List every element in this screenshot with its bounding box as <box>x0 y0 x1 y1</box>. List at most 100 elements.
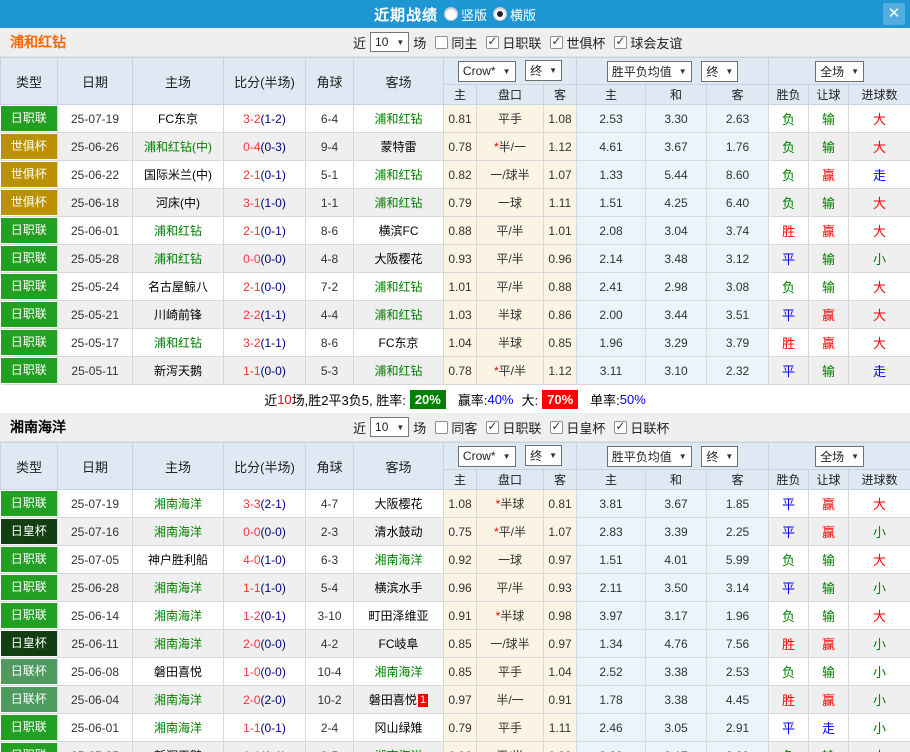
result-handicap: 赢 <box>808 216 850 245</box>
asia-handicap: *平/半 <box>476 517 544 546</box>
league-filter-checkbox[interactable] <box>486 34 500 49</box>
asia-home-odds: 0.78 <box>443 356 477 385</box>
odds-company-select[interactable]: Crow* ▼ <box>457 60 516 82</box>
league-cell: 日职联 <box>0 272 58 301</box>
same-venue-checkbox[interactable] <box>435 420 449 434</box>
asia-odds-group-header: Crow* ▼ 终 ▼ <box>442 442 578 470</box>
league-badge: 日职联 <box>0 575 57 600</box>
euro-home-odds: 1.51 <box>576 188 647 217</box>
team-name: 湘南海洋 <box>10 419 66 435</box>
same-venue-checkbox[interactable] <box>435 35 449 49</box>
asia-home-odds: 0.92 <box>443 545 477 574</box>
result-group-header: 全场 ▼ <box>768 57 910 85</box>
radio-icon[interactable] <box>493 7 507 21</box>
close-icon[interactable]: ✕ <box>883 3 905 25</box>
europe-odds-select[interactable]: 胜平负均值 ▼ <box>606 445 692 467</box>
asia-away-odds: 1.11 <box>542 188 578 217</box>
odds-company-select[interactable]: Crow* ▼ <box>457 445 516 467</box>
league-filter-checkbox[interactable] <box>614 419 628 434</box>
asia-handicap: 平手 <box>476 104 544 133</box>
europe-stage-select[interactable]: 终 ▼ <box>701 445 739 467</box>
asia-stage-select[interactable]: 终 ▼ <box>525 60 563 82</box>
chevron-down-icon: ▼ <box>678 451 687 461</box>
euro-away-odds: 3.12 <box>706 244 770 273</box>
euro-draw-odds: 3.29 <box>645 328 708 357</box>
asia-handicap: 平/半 <box>476 741 544 752</box>
col-header-euro-home: 主 <box>576 84 647 105</box>
corner-score: 5-4 <box>305 573 354 602</box>
euro-away-odds: 3.08 <box>706 272 770 301</box>
match-date: 25-05-28 <box>57 244 133 273</box>
asia-away-odds: 0.93 <box>542 573 578 602</box>
match-date: 25-06-11 <box>57 629 133 658</box>
scope-select[interactable]: 全场 ▼ <box>815 60 865 82</box>
league-badge: 日皇杯 <box>0 631 57 656</box>
euro-away-odds: 2.25 <box>706 517 770 546</box>
league-badge: 日职联 <box>0 743 57 752</box>
vertical-layout-radio[interactable]: 竖版 <box>443 5 487 24</box>
horizontal-layout-radio[interactable]: 横版 <box>493 5 536 24</box>
result-goals: 走 <box>848 356 910 385</box>
home-team: 湘南海洋 <box>132 489 224 518</box>
league-filter-checkbox[interactable] <box>486 419 500 434</box>
result-handicap: 赢 <box>808 517 850 546</box>
euro-home-odds: 1.78 <box>576 685 647 714</box>
away-team: 横滨水手 <box>353 573 444 602</box>
euro-home-odds: 3.11 <box>576 356 647 385</box>
asia-away-odds: 0.85 <box>542 328 578 357</box>
asia-stage-select[interactable]: 终 ▼ <box>525 445 563 467</box>
euro-draw-odds: 3.05 <box>645 713 708 742</box>
asia-home-odds: 1.04 <box>443 328 477 357</box>
col-header-asia-handicap: 盘口 <box>476 469 544 490</box>
europe-stage-select[interactable]: 终 ▼ <box>701 60 739 82</box>
radio-icon[interactable] <box>443 7 458 21</box>
result-goals: 大 <box>848 545 910 574</box>
asia-home-odds: 0.93 <box>443 244 477 273</box>
league-filter-checkbox[interactable] <box>614 34 628 49</box>
asia-home-odds: 0.82 <box>443 160 477 189</box>
result-handicap: 输 <box>808 188 850 217</box>
home-team: 湘南海洋 <box>132 601 224 630</box>
league-filter-checkbox[interactable] <box>550 34 564 49</box>
match-row: 日皇杯 25-07-16 湘南海洋 0-0(0-0) 2-3 清水鼓动 0.75… <box>0 517 910 546</box>
match-row: 日职联 25-05-24 名古屋鲸八 2-1(0-0) 7-2 浦和红钻 1.0… <box>0 272 910 301</box>
corner-score: 4-2 <box>305 629 354 658</box>
asia-away-odds: 0.98 <box>542 601 578 630</box>
col-header-euro-home: 主 <box>576 469 647 490</box>
away-team: 湘南海洋 <box>353 741 444 752</box>
europe-odds-select[interactable]: 胜平负均值 ▼ <box>606 60 692 82</box>
away-team: 浦和红钻 <box>353 272 444 301</box>
euro-draw-odds: 4.01 <box>645 545 708 574</box>
euro-draw-odds: 3.50 <box>645 573 708 602</box>
handicap-star: * <box>495 497 501 511</box>
match-row: 日职联 25-06-01 湘南海洋 1-1(0-1) 2-4 冈山绿雉 0.79… <box>0 713 910 742</box>
match-date: 25-07-05 <box>57 545 133 574</box>
result-handicap: 赢 <box>808 489 850 518</box>
match-count-select[interactable]: 10 ▼ <box>370 417 410 437</box>
euro-draw-odds: 3.67 <box>645 489 708 518</box>
home-team: 国际米兰(中) <box>132 160 224 189</box>
europe-odds-group-header: 胜平负均值 ▼ 终 ▼ <box>576 57 770 85</box>
league-badge: 世俱杯 <box>0 134 57 159</box>
league-filter-label: 日职联 <box>502 35 542 51</box>
filter-bar-section-1: 浦和红钻 近 10▼ 场 同主 日职联 世俱杯 球会友谊 <box>0 28 910 57</box>
result-handicap: 输 <box>808 272 850 301</box>
corner-score: 3-10 <box>305 601 354 630</box>
league-cell: 日职联 <box>0 741 58 752</box>
league-badge: 日职联 <box>0 106 57 131</box>
away-team: 浦和红钻 <box>353 188 444 217</box>
away-team: 冈山绿雉 <box>353 713 444 742</box>
euro-draw-odds: 5.44 <box>645 160 708 189</box>
asia-away-odds: 0.97 <box>542 545 578 574</box>
asia-away-odds: 0.91 <box>542 685 578 714</box>
scope-select[interactable]: 全场 ▼ <box>815 445 865 467</box>
euro-home-odds: 3.97 <box>576 601 647 630</box>
result-handicap: 赢 <box>808 685 850 714</box>
asia-away-odds: 1.12 <box>542 132 578 161</box>
league-filter-checkbox[interactable] <box>550 419 564 434</box>
euro-away-odds: 1.85 <box>706 489 770 518</box>
asia-home-odds: 0.85 <box>443 629 477 658</box>
match-count-select[interactable]: 10 ▼ <box>370 32 410 52</box>
match-date: 25-05-25 <box>57 741 133 752</box>
euro-away-odds: 1.96 <box>706 601 770 630</box>
